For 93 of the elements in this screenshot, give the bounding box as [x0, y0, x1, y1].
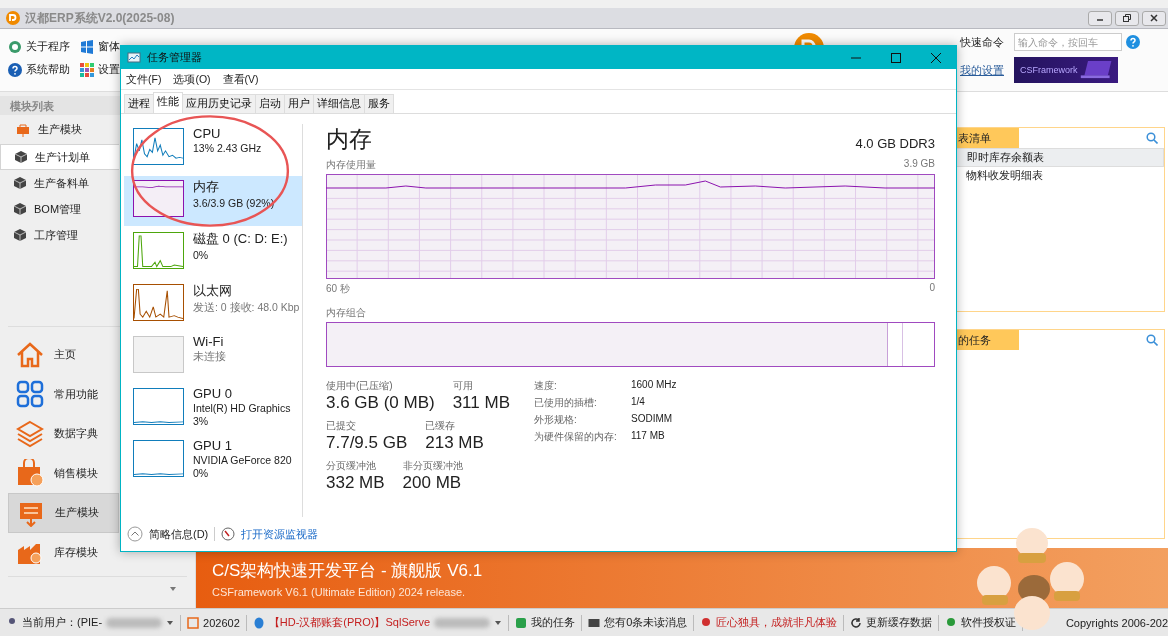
window-title: 任务管理器: [147, 50, 202, 65]
spec-value: 1/4: [630, 396, 646, 409]
status-text: 您有0条未读消息: [604, 615, 688, 630]
device-detail: Intel(R) HD Graphics: [193, 402, 291, 414]
promo-subline: CSFramework V6.1 (Ultimate Edition) 2024 release.: [212, 585, 467, 598]
stat-value: 200 MB: [402, 473, 463, 493]
ad-banner[interactable]: CSFramework: [1014, 57, 1118, 83]
tab[interactable]: 服务: [364, 94, 394, 113]
toolbar-item[interactable]: 系统帮助: [8, 62, 70, 77]
time-axis-label: 0: [929, 282, 935, 295]
device-detail: 0%: [193, 249, 210, 261]
resource-monitor-link[interactable]: 打开资源监视器: [241, 526, 319, 542]
promo-headline: C/S架构快速开发平台 - 旗舰版 V6.1: [212, 559, 484, 582]
status-text: 软件授权证: [961, 615, 1017, 630]
spec-label: 已使用的插槽:: [533, 396, 598, 410]
fewer-details-button[interactable]: 简略信息(D): [127, 526, 209, 542]
device-detail: 未连接: [193, 350, 226, 364]
device-item[interactable]: CPU 13% 2.43 GHz: [124, 124, 302, 174]
menu-item[interactable]: 选项(O): [173, 73, 211, 87]
stat-label: 已提交: [326, 419, 357, 433]
status-text: 更新缓存数据: [866, 615, 933, 630]
device-detail: 0%: [193, 467, 210, 479]
nav-item[interactable]: 主页: [8, 335, 119, 375]
spec-value: 1600 MHz: [630, 379, 677, 392]
device-detail: 13% 2.43 GHz: [193, 142, 262, 154]
device-item[interactable]: 磁盘 0 (C: D: E:) 0%: [124, 228, 302, 278]
module-item[interactable]: 生产计划单: [0, 144, 119, 170]
module-item[interactable]: 生产备料单: [0, 170, 119, 196]
device-item[interactable]: 以太网 发送: 0 接收: 48.0 Kbp: [124, 280, 302, 330]
module-item[interactable]: BOM管理: [0, 196, 119, 222]
nav-item[interactable]: 数据字典: [8, 414, 119, 454]
spec-label: 速度:: [533, 379, 558, 393]
nav-item[interactable]: 常用功能: [8, 374, 119, 414]
stat-label: 非分页缓冲池: [402, 459, 463, 473]
composition-label: 内存组合: [326, 306, 366, 320]
stat-label: 分页缓冲池: [326, 459, 377, 473]
tab[interactable]: 启动: [255, 94, 285, 113]
device-item[interactable]: GPU 0 Intel(R) HD Graphics 3%: [124, 384, 302, 434]
status-text: 【HD-汉都账套(PRO)】SqlServe: [268, 615, 431, 630]
stat-label: 可用: [452, 379, 474, 393]
device-name: GPU 1: [193, 438, 233, 453]
menu-item[interactable]: 查看(V): [222, 73, 259, 87]
menu-item[interactable]: 文件(F): [126, 73, 162, 87]
module-item[interactable]: 工序管理: [0, 222, 119, 248]
quick-command-label: 快速命令: [960, 34, 1005, 50]
status-text: 匠心独具，成就非凡体验: [716, 615, 838, 630]
time-axis-label: 60 秒: [326, 282, 350, 296]
my-settings-link[interactable]: 我的设置: [960, 62, 1010, 78]
status-text: 我的任务: [531, 615, 576, 630]
tab[interactable]: 用户: [284, 94, 314, 113]
report-item[interactable]: 物料收发明细表: [956, 167, 1164, 184]
device-detail: NVIDIA GeForce 820: [193, 454, 292, 466]
stat-value: 332 MB: [326, 473, 385, 493]
toolbar-item[interactable]: 关于程序: [8, 39, 70, 54]
nav-item[interactable]: 生产模块: [8, 493, 119, 533]
tab[interactable]: 详细信息: [313, 94, 365, 113]
app-title: 汉都ERP系统V2.0(2025-08): [25, 9, 175, 27]
graph-label: 内存使用量: [326, 158, 376, 172]
nav-item[interactable]: 销售模块: [8, 453, 119, 493]
stat-label: 已缓存: [425, 419, 457, 433]
device-detail: 3%: [193, 415, 210, 427]
graph-max-label: 3.9 GB: [903, 158, 935, 171]
spec-label: 外形规格:: [533, 413, 578, 427]
command-input[interactable]: 输入命令，按回车: [1014, 33, 1122, 51]
device-name: 内存: [193, 178, 220, 196]
toolbar-item[interactable]: 窗体: [80, 39, 120, 54]
status-text: Copyrights 2006-202: [1065, 616, 1168, 629]
tab[interactable]: 应用历史记录: [182, 94, 256, 113]
stat-value: 3.6 GB (0 MB): [326, 393, 435, 413]
spec-value: 117 MB: [630, 430, 666, 443]
module-group-label: 生产模块: [38, 122, 82, 137]
device-name: GPU 0: [193, 386, 233, 401]
nav-item[interactable]: 库存模块: [8, 532, 119, 572]
device-name: 以太网: [193, 282, 233, 300]
device-name: 磁盘 0 (C: D: E:): [193, 230, 288, 248]
device-detail: 发送: 0 接收: 48.0 Kbp: [193, 301, 300, 315]
spec-value: SODIMM: [630, 413, 674, 426]
stat-value: 213 MB: [425, 433, 484, 453]
detail-title: 内存: [326, 125, 372, 154]
stat-value: 311 MB: [452, 393, 510, 413]
stat-label: 使用中(已压缩): [326, 379, 394, 393]
device-item[interactable]: GPU 1 NVIDIA GeForce 820 0%: [124, 436, 302, 486]
report-item[interactable]: 即时库存余额表: [956, 148, 1164, 167]
memory-spec: 4.0 GB DDR3: [855, 136, 935, 153]
device-item[interactable]: Wi-Fi 未连接: [124, 332, 302, 382]
device-name: CPU: [193, 126, 222, 141]
stat-value: 7.7/9.5 GB: [326, 433, 408, 453]
device-name: Wi-Fi: [193, 334, 225, 349]
status-text: 202602: [203, 616, 240, 629]
status-text: 当前用户：(PIE-: [22, 615, 103, 630]
toolbar-item[interactable]: 设置: [80, 62, 120, 77]
spec-label: 为硬件保留的内存:: [533, 430, 618, 444]
tab[interactable]: 进程: [124, 94, 154, 113]
